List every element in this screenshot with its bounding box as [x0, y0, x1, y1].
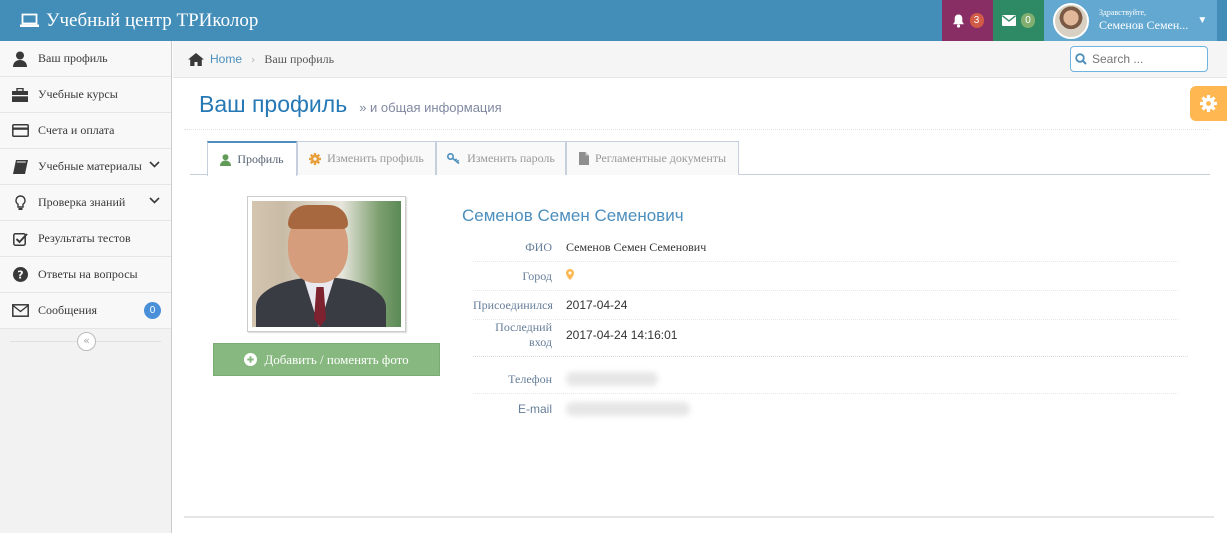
- sidebar-item-messages[interactable]: Сообщения 0: [0, 293, 171, 329]
- email-value-redacted: [566, 401, 690, 416]
- sidebar-item-label: Счета и оплата: [38, 123, 115, 137]
- sidebar-item-test-results[interactable]: Результаты тестов: [0, 221, 171, 257]
- envelope-icon: [1002, 15, 1016, 26]
- breadcrumb-separator: ›: [251, 52, 256, 66]
- chevron-down-icon: [149, 161, 160, 168]
- messages-button[interactable]: 0: [993, 0, 1044, 41]
- sidebar-item-materials[interactable]: Учебные материалы: [0, 149, 171, 185]
- sidebar-item-label: Учебные курсы: [38, 87, 118, 101]
- envelope-icon: [11, 302, 29, 320]
- info-row-email: E-mail: [473, 394, 1178, 423]
- notifications-button[interactable]: 3: [942, 0, 993, 41]
- fio-value: Семенов Семен Семенович: [566, 239, 707, 254]
- sidebar-item-label: Результаты тестов: [38, 231, 131, 245]
- city-label: Город: [522, 268, 552, 283]
- collapse-sidebar-button[interactable]: «: [77, 332, 96, 351]
- brand[interactable]: Учебный центр ТРИколор: [20, 0, 258, 41]
- user-greeting: Здравствуйте,: [1099, 8, 1147, 17]
- last-login-label: Последний вход: [495, 319, 552, 349]
- sidebar-item-faq[interactable]: ? Ответы на вопросы: [0, 257, 171, 293]
- sidebar: Ваш профиль Учебные курсы Счета и оплата…: [0, 41, 172, 533]
- sidebar-item-label: Сообщения: [38, 303, 98, 317]
- user-name: Семенов Семен...: [1099, 17, 1189, 32]
- add-photo-label: Добавить / поменять фото: [264, 351, 409, 367]
- credit-card-icon: [11, 122, 29, 140]
- search-box[interactable]: [1070, 46, 1208, 72]
- tab-change-password[interactable]: Изменить пароль: [436, 141, 566, 175]
- top-navbar: Учебный центр ТРИколор 3 0 Здравствуйте,…: [0, 0, 1227, 41]
- tab-label: Профиль: [237, 152, 284, 166]
- profile-photo: [252, 201, 401, 327]
- footer-divider: [184, 516, 1214, 518]
- profile-full-name: Семенов Семен Семенович: [462, 206, 684, 225]
- sidebar-item-label: Ответы на вопросы: [38, 267, 138, 281]
- breadcrumb-home-link[interactable]: Home: [210, 52, 242, 66]
- user-icon: [220, 153, 232, 166]
- phone-label: Телефон: [508, 371, 552, 386]
- svg-text:?: ?: [17, 269, 23, 282]
- sidebar-item-knowledge-check[interactable]: Проверка знаний: [0, 185, 171, 221]
- page-header: Ваш профиль » и общая информация: [184, 78, 1210, 130]
- tab-label: Изменить профиль: [327, 151, 424, 165]
- add-photo-button[interactable]: Добавить / поменять фото: [213, 343, 440, 376]
- tab-edit-profile[interactable]: Изменить профиль: [297, 141, 436, 175]
- sidebar-item-label: Учебные материалы: [38, 159, 142, 173]
- notifications-badge: 3: [969, 13, 984, 28]
- info-row-joined: Присоединился 2017-04-24: [473, 291, 1178, 320]
- tab-label: Изменить пароль: [467, 151, 555, 165]
- joined-value: 2017-04-24: [566, 298, 628, 312]
- info-row-phone: Телефон: [473, 365, 1178, 394]
- search-input[interactable]: [1092, 52, 1202, 66]
- avatar: [1053, 2, 1089, 39]
- page-subtitle: » и общая информация: [359, 100, 502, 115]
- briefcase-icon: [11, 86, 29, 104]
- user-icon: [11, 50, 29, 68]
- sidebar-item-label: Проверка знаний: [38, 195, 126, 209]
- laptop-icon: [20, 13, 39, 27]
- breadcrumb-current: Ваш профиль: [264, 51, 335, 66]
- key-icon: [447, 153, 461, 164]
- home-icon: [188, 52, 204, 66]
- plus-circle-icon: [244, 353, 258, 366]
- tab-label: Регламентные документы: [594, 151, 727, 165]
- sidebar-item-label: Ваш профиль: [38, 51, 108, 65]
- caret-down-icon: ▼: [1197, 15, 1208, 26]
- search-icon: [1075, 53, 1087, 65]
- info-row-fio: ФИО Семенов Семен Семенович: [473, 233, 1178, 262]
- profile-photo-frame: [247, 196, 406, 332]
- info-row-city: Город: [473, 262, 1178, 291]
- user-menu[interactable]: Здравствуйте, Семенов Семен... ▼: [1044, 0, 1217, 41]
- map-marker-icon: [566, 268, 574, 284]
- check-square-icon: [11, 230, 29, 248]
- info-divider: [473, 356, 1188, 357]
- tab-regulatory-docs[interactable]: Регламентные документы: [566, 141, 739, 175]
- sidebar-item-courses[interactable]: Учебные курсы: [0, 77, 171, 113]
- brand-title: Учебный центр ТРИколор: [46, 9, 259, 31]
- info-row-last-login: Последний вход 2017-04-24 14:16:01: [473, 320, 1178, 349]
- tab-profile[interactable]: Профиль: [207, 141, 297, 176]
- book-icon: [11, 158, 29, 176]
- sidebar-collapse: «: [0, 329, 171, 353]
- email-label: E-mail: [517, 401, 552, 416]
- phone-value-redacted: [566, 372, 658, 386]
- cog-icon: [309, 152, 322, 165]
- breadcrumb: Home › Ваш профиль: [173, 41, 1227, 78]
- profile-tabs: Профиль Изменить профиль Изменить пароль: [190, 141, 1210, 176]
- last-login-value: 2017-04-24 14:16:01: [566, 327, 678, 342]
- lightbulb-icon: [11, 194, 29, 212]
- file-icon: [578, 152, 589, 165]
- fio-label: ФИО: [525, 239, 552, 254]
- page-title: Ваш профиль: [199, 91, 348, 117]
- messages-badge: 0: [1021, 13, 1035, 28]
- joined-label: Присоединился: [473, 297, 553, 312]
- messages-count-badge: 0: [144, 302, 161, 319]
- sidebar-item-profile[interactable]: Ваш профиль: [0, 41, 171, 77]
- chevron-down-icon: [149, 197, 160, 204]
- question-circle-icon: ?: [11, 266, 29, 284]
- bell-icon: [952, 14, 964, 28]
- sidebar-item-billing[interactable]: Счета и оплата: [0, 113, 171, 149]
